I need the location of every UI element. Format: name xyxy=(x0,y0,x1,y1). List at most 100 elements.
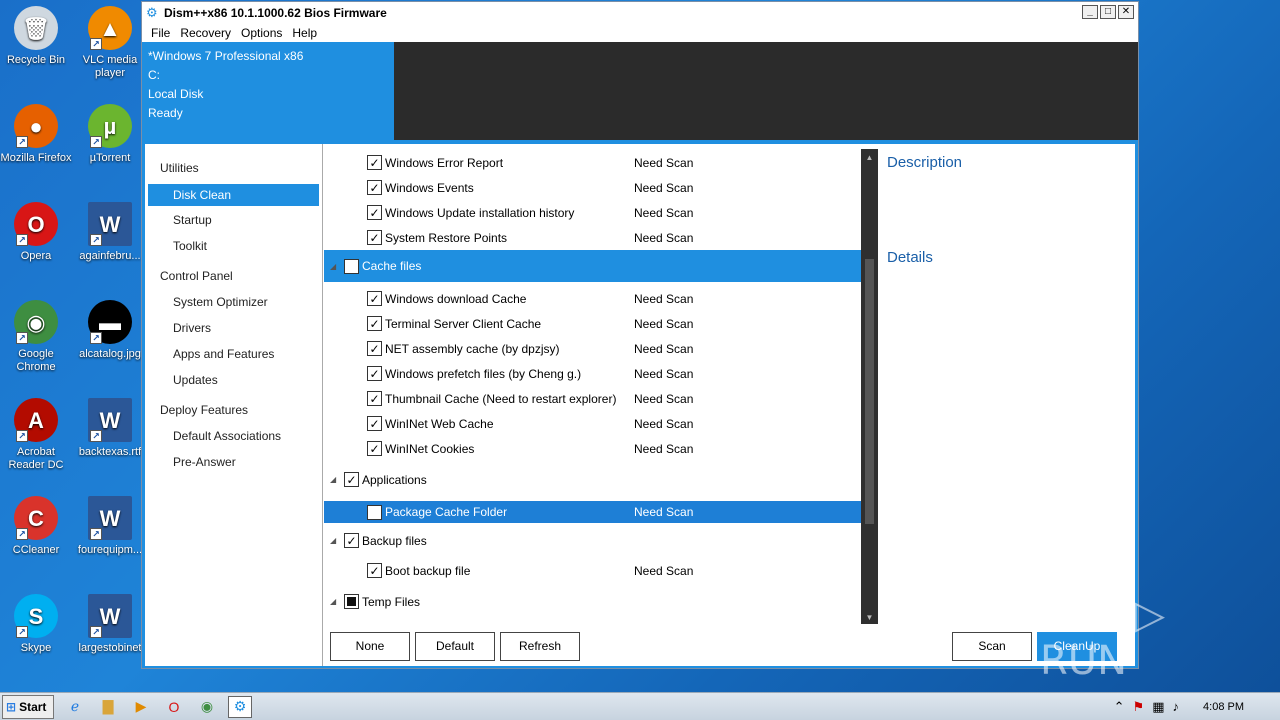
checkbox[interactable]: ✓ xyxy=(367,391,382,406)
dism-taskbar-icon[interactable]: ⚙ xyxy=(228,695,252,718)
opera-icon: O ↗ xyxy=(14,202,58,246)
nav-item-startup[interactable]: Startup xyxy=(145,210,322,236)
close-button[interactable]: ✕ xyxy=(1118,5,1134,19)
expand-triangle-icon[interactable]: ◢ xyxy=(330,597,342,606)
desktop-icon-doc-againfebru[interactable]: W ↗ againfebru... xyxy=(74,202,146,263)
list-item-row[interactable]: ✓ Package Cache Folder Need Scan xyxy=(324,501,861,523)
media-player-icon[interactable]: ▶ xyxy=(129,696,153,718)
desktop-icon-skype[interactable]: S ↗ Skype xyxy=(0,594,72,655)
nav-item-pre-answer[interactable]: Pre-Answer xyxy=(145,452,322,478)
menu-help[interactable]: Help xyxy=(287,26,322,40)
checkbox[interactable]: ✓ xyxy=(367,291,382,306)
desktop-icon-doc-fourequip[interactable]: W ↗ fourequipm... xyxy=(74,496,146,557)
list-group-row[interactable]: ◢ ✓ Cache files xyxy=(324,250,861,282)
nav-item-updates[interactable]: Updates xyxy=(145,370,322,396)
start-button[interactable]: ⊞ Start xyxy=(2,694,54,719)
scan-button[interactable]: Scan xyxy=(952,632,1032,661)
none-button[interactable]: None xyxy=(330,632,410,661)
minimize-button[interactable]: _ xyxy=(1082,5,1098,19)
nav-item-toolkit[interactable]: Toolkit xyxy=(145,236,322,262)
desktop-icon-label: fourequipm... xyxy=(77,544,143,556)
list-item-row[interactable]: ✓ Boot backup file Need Scan xyxy=(324,558,861,583)
list-group-row[interactable]: ◢ Temp Files xyxy=(324,589,861,614)
list-item-row[interactable]: ✓ Windows prefetch files (by Cheng g.) Nee… xyxy=(324,361,861,386)
list-item-row[interactable]: ✓ WinINet Cookies Need Scan xyxy=(324,436,861,461)
desktop-icon-label: VLC media player xyxy=(82,54,138,79)
desktop-icon-acrobat[interactable]: A ↗ Acrobat Reader DC xyxy=(0,398,72,472)
clock[interactable]: 4:08 PM xyxy=(1203,701,1244,713)
explorer-folder-icon[interactable]: ▇ xyxy=(96,696,120,718)
desktop-icon-utorrent[interactable]: µ ↗ µTorrent xyxy=(74,104,146,165)
ie-icon[interactable]: ℯ xyxy=(63,696,87,718)
desktop-icon-label: largestobinet xyxy=(78,642,142,654)
desktop-icon-ccleaner[interactable]: C ↗ CCleaner xyxy=(0,496,72,557)
title-bar[interactable]: ⚙ Dism++x86 10.1.1000.62 Bios Firmware _… xyxy=(142,2,1138,24)
checkbox[interactable]: ✓ xyxy=(367,316,382,331)
nav-item-default-associations[interactable]: Default Associations xyxy=(145,426,322,452)
list-item-row[interactable]: ✓ Terminal Server Client Cache Need Scan xyxy=(324,311,861,336)
checkbox[interactable]: ✓ xyxy=(367,441,382,456)
checkbox[interactable]: ✓ xyxy=(344,533,359,548)
checkbox[interactable]: ✓ xyxy=(367,180,382,195)
checkbox[interactable]: ✓ xyxy=(367,155,382,170)
nav-item-apps-features[interactable]: Apps and Features xyxy=(145,344,322,370)
desktop-icon-opera[interactable]: O ↗ Opera xyxy=(0,202,72,263)
taskbar: ⊞ Start ℯ ▇ ▶ O ◉ ⚙ ⌃ ⚑ ▦ ♪ 4:08 PM xyxy=(0,692,1280,720)
list-group-row[interactable]: ◢ ✓ Applications xyxy=(324,467,861,492)
desktop-icon-label: µTorrent xyxy=(89,152,131,164)
checkbox[interactable]: ✓ xyxy=(367,341,382,356)
network-icon[interactable]: ▦ xyxy=(1152,699,1164,715)
menu-recovery[interactable]: Recovery xyxy=(175,26,236,40)
list-item-row[interactable]: ✓ Windows Update installation history Need… xyxy=(324,200,861,225)
desktop-icon-recycle-bin[interactable]: 🗑 Recycle Bin xyxy=(0,6,72,67)
menu-bar: File Recovery Options Help xyxy=(142,24,1138,42)
desktop-icon-doc-backtexas[interactable]: W ↗ backtexas.rtf xyxy=(74,398,146,459)
maximize-button[interactable]: □ xyxy=(1100,5,1116,19)
volume-icon[interactable]: ♪ xyxy=(1173,699,1180,714)
cleanup-button[interactable]: CleanUp xyxy=(1037,632,1117,661)
menu-file[interactable]: File xyxy=(146,26,175,40)
nav-item-drivers[interactable]: Drivers xyxy=(145,318,322,344)
checkbox[interactable]: ✓ xyxy=(367,563,382,578)
desktop-icon-vlc[interactable]: ▲ ↗ VLC media player xyxy=(74,6,146,80)
expand-triangle-icon[interactable]: ◢ xyxy=(330,475,342,484)
checkbox[interactable]: ✓ xyxy=(367,416,382,431)
list-item-row[interactable]: ✓ Thumbnail Cache (Need to restart explor… xyxy=(324,386,861,411)
checkbox[interactable]: ✓ xyxy=(367,504,382,520)
expand-triangle-icon[interactable]: ◢ xyxy=(330,536,342,545)
desktop-icon-doc-largestob[interactable]: W ↗ largestobinet xyxy=(74,594,146,655)
image-info[interactable]: *Windows 7 Professional x86 C: Local Dis… xyxy=(142,42,394,142)
desktop-icon-chrome[interactable]: ◉ ↗ Google Chrome xyxy=(0,300,72,374)
image-list-area[interactable] xyxy=(394,42,1138,142)
desktop-icon-firefox[interactable]: ● ↗ Mozilla Firefox xyxy=(0,104,72,165)
action-center-flag-icon[interactable]: ⚑ xyxy=(1133,699,1145,715)
nav-item-system-optimizer[interactable]: System Optimizer xyxy=(145,292,322,318)
list-item-row[interactable]: ✓ Windows download Cache Need Scan xyxy=(324,286,861,311)
list-item-row[interactable]: ✓ Windows Error Report Need Scan xyxy=(324,150,861,175)
checkbox[interactable]: ✓ xyxy=(367,205,382,220)
chrome-taskbar-icon[interactable]: ◉ xyxy=(195,696,219,718)
scroll-down-arrow-icon[interactable]: ▼ xyxy=(861,613,878,622)
checkbox[interactable] xyxy=(344,594,359,609)
refresh-button[interactable]: Refresh xyxy=(500,632,580,661)
default-button[interactable]: Default xyxy=(415,632,495,661)
checkbox[interactable]: ✓ xyxy=(344,472,359,487)
list-item-row[interactable]: ✓ WinINet Web Cache Need Scan xyxy=(324,411,861,436)
tray-expand-icon[interactable]: ⌃ xyxy=(1114,699,1125,715)
menu-options[interactable]: Options xyxy=(236,26,287,40)
nav-item-disk-clean[interactable]: Disk Clean xyxy=(148,184,319,206)
checkbox[interactable]: ✓ xyxy=(367,366,382,381)
list-group-row[interactable]: ◢ ✓ Backup files xyxy=(324,528,861,553)
list-item-row[interactable]: ✓ System Restore Points Need Scan xyxy=(324,225,861,250)
expand-triangle-icon[interactable]: ◢ xyxy=(330,262,342,271)
desktop-icon-img-alcatalog[interactable]: ▬ ↗ alcatalog.jpg xyxy=(74,300,146,361)
dism-gear-icon: ⚙ xyxy=(146,5,158,20)
list-item-row[interactable]: ✓ Windows Events Need Scan xyxy=(324,175,861,200)
scroll-thumb[interactable] xyxy=(865,259,874,524)
list-scrollbar[interactable]: ▲ ▼ xyxy=(861,149,878,624)
checkbox[interactable]: ✓ xyxy=(344,258,359,274)
checkbox[interactable]: ✓ xyxy=(367,230,382,245)
scroll-up-arrow-icon[interactable]: ▲ xyxy=(861,153,878,162)
opera-taskbar-icon[interactable]: O xyxy=(162,696,186,718)
list-item-row[interactable]: ✓ NET assembly cache (by dpzjsy) Need Scan xyxy=(324,336,861,361)
